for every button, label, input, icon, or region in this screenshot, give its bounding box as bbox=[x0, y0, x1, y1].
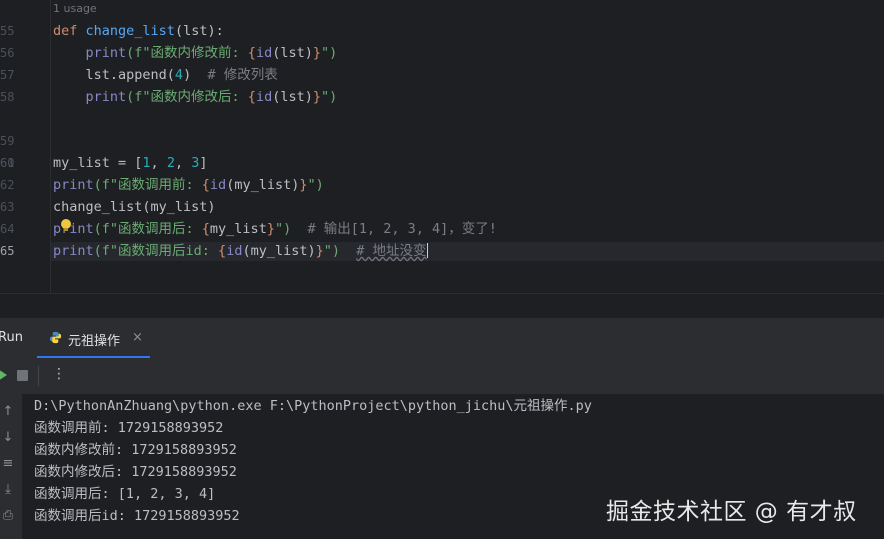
code-line-63[interactable]: change_list(my_list) bbox=[53, 199, 216, 215]
string-literal: (f"函数调用后: bbox=[93, 221, 202, 237]
code-comment: # 修改列表 bbox=[207, 67, 278, 83]
builtin-call: id bbox=[209, 177, 227, 193]
code-text: , bbox=[174, 155, 192, 171]
code-line-65[interactable]: print(f"函数调用后id: {id(my_list)}") # 地址没变 bbox=[53, 243, 428, 259]
string-literal: ") bbox=[323, 243, 341, 259]
builtin-call: id bbox=[255, 89, 273, 105]
scroll-down-icon[interactable]: ↓ bbox=[0, 430, 16, 446]
line-number-current: 65 bbox=[0, 244, 15, 258]
code-editor[interactable]: 55 56 57 58 59 60 61 62 63 64 65 1 usage… bbox=[0, 0, 884, 293]
code-text: ] bbox=[199, 155, 208, 171]
code-comment: # 输出[1, 2, 3, 4]，变了! bbox=[307, 221, 497, 237]
console-line: 函数调用前: 1729158893952 bbox=[34, 420, 224, 436]
builtin-call: id bbox=[226, 243, 243, 259]
run-tab[interactable]: 元祖操作 × bbox=[37, 318, 150, 358]
scroll-up-icon[interactable]: ↑ bbox=[0, 404, 16, 420]
fstring-brace: { bbox=[201, 221, 210, 237]
code-text: (lst) bbox=[272, 45, 313, 61]
more-options-icon[interactable]: ⋮ bbox=[52, 366, 66, 382]
rerun-icon[interactable] bbox=[0, 368, 8, 382]
code-text: , bbox=[150, 155, 167, 171]
console-line: 函数内修改后: 1729158893952 bbox=[34, 464, 237, 480]
line-number: 58 bbox=[0, 90, 15, 104]
builtin-call: print bbox=[53, 243, 94, 259]
run-tab-label: 元祖操作 bbox=[68, 334, 121, 349]
close-icon[interactable]: × bbox=[132, 330, 143, 345]
stop-icon[interactable] bbox=[17, 370, 28, 381]
console-line: 函数调用后id: 1729158893952 bbox=[34, 508, 240, 524]
function-name: change_list bbox=[85, 23, 175, 39]
console-line: 函数内修改前: 1729158893952 bbox=[34, 442, 237, 458]
watermark: 掘金技术社区 @ 有才叔 bbox=[606, 499, 857, 525]
scroll-to-end-icon[interactable]: ⤓ bbox=[0, 482, 16, 498]
code-text: (my_list) bbox=[242, 243, 316, 259]
panel-divider[interactable] bbox=[0, 293, 884, 319]
string-literal: ") bbox=[320, 89, 338, 105]
builtin-call: print bbox=[85, 45, 127, 61]
code-line-62[interactable]: print(f"函数调用前: {id(my_list)}") bbox=[53, 177, 324, 193]
string-literal: (f"函数内修改前: bbox=[126, 45, 248, 61]
code-text: (my_list) bbox=[226, 177, 300, 193]
line-number: 55 bbox=[0, 24, 15, 38]
run-panel-header: Run 元祖操作 × bbox=[0, 318, 884, 359]
code-line-57[interactable]: lst.append(4) # 修改列表 bbox=[53, 67, 278, 83]
code-comment: # 地址没变 bbox=[356, 243, 427, 259]
code-text: ) bbox=[183, 67, 192, 83]
code-text: change_list(my_list) bbox=[53, 199, 216, 215]
string-literal: ") bbox=[320, 45, 338, 61]
code-text: lst.append( bbox=[85, 67, 175, 83]
line-number: 62 bbox=[0, 178, 15, 192]
string-literal: (f"函数内修改后: bbox=[126, 89, 248, 105]
code-line-61[interactable]: my_list = [1, 2, 3] bbox=[53, 155, 208, 171]
number-literal: 2 bbox=[166, 155, 175, 171]
string-literal: ") bbox=[274, 221, 292, 237]
code-line-56[interactable]: print(f"函数内修改前: {id(lst)}") bbox=[53, 45, 338, 61]
console-line: 函数调用后: [1, 2, 3, 4] bbox=[34, 486, 216, 502]
run-panel-title[interactable]: Run bbox=[0, 330, 23, 345]
code-text: (lst): bbox=[174, 23, 224, 39]
builtin-call: id bbox=[255, 45, 273, 61]
fstring-brace: } bbox=[312, 45, 321, 61]
number-literal: 4 bbox=[174, 67, 184, 83]
keyword: def bbox=[53, 23, 78, 39]
code-line-58[interactable]: print(f"函数内修改后: {id(lst)}") bbox=[53, 89, 338, 105]
code-text: my_list bbox=[209, 221, 267, 237]
code-line-64[interactable]: print(f"函数调用后: {my_list}") # 输出[1, 2, 3,… bbox=[53, 221, 497, 237]
print-icon[interactable]: ⎙ bbox=[0, 508, 16, 524]
fstring-brace: } bbox=[315, 243, 324, 259]
builtin-call: print bbox=[53, 177, 94, 193]
line-number: 61 bbox=[0, 156, 15, 170]
code-line-55[interactable]: def change_list(lst): bbox=[53, 23, 224, 39]
console-line: D:\PythonAnZhuang\python.exe F:\PythonPr… bbox=[34, 398, 592, 414]
line-number: 57 bbox=[0, 68, 15, 82]
fstring-brace: { bbox=[218, 243, 227, 259]
builtin-call: print bbox=[53, 221, 94, 237]
text-caret bbox=[426, 243, 428, 258]
code-text: my_list = [ bbox=[53, 155, 143, 171]
fstring-brace: { bbox=[201, 177, 210, 193]
line-number: 64 bbox=[0, 222, 15, 236]
line-number: 63 bbox=[0, 200, 15, 214]
line-number: 56 bbox=[0, 46, 15, 60]
soft-wrap-icon[interactable]: ≡ bbox=[0, 456, 16, 472]
builtin-call: print bbox=[85, 89, 127, 105]
console-side-toolbar: ↑ ↓ ≡ ⤓ ⎙ bbox=[0, 394, 22, 539]
run-toolbar: ⋮ bbox=[0, 358, 884, 395]
code-text: (lst) bbox=[272, 89, 313, 105]
line-number: 59 bbox=[0, 134, 15, 148]
fstring-brace: { bbox=[247, 89, 256, 105]
fstring-brace: } bbox=[266, 221, 275, 237]
lightbulb-icon[interactable] bbox=[61, 219, 71, 231]
line-number-gutter: 55 56 57 58 59 60 61 62 63 64 65 bbox=[0, 0, 51, 293]
number-literal: 1 bbox=[142, 155, 151, 171]
string-literal: ") bbox=[307, 177, 324, 193]
python-icon bbox=[49, 331, 62, 344]
usage-hint[interactable]: 1 usage bbox=[53, 2, 97, 15]
string-literal: (f"函数调用后id: bbox=[93, 243, 219, 259]
string-literal: (f"函数调用前: bbox=[93, 177, 202, 193]
fstring-brace: } bbox=[312, 89, 321, 105]
fstring-brace: { bbox=[247, 45, 256, 61]
toolbar-separator bbox=[38, 366, 39, 386]
